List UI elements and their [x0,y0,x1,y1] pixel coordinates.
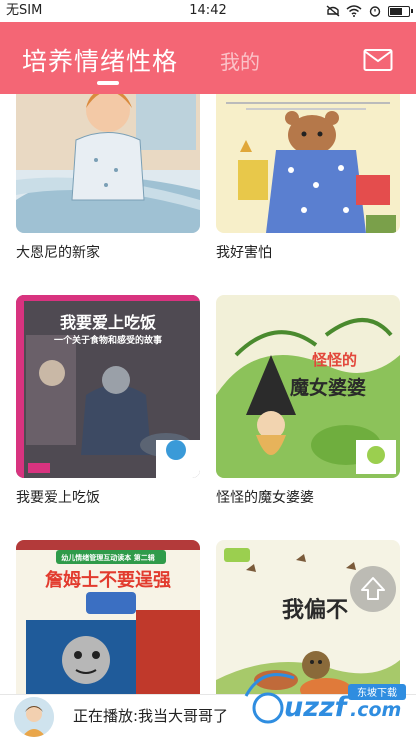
cover-title: 我要爱上吃饭 [59,313,156,332]
book-card[interactable]: 我好害怕 [216,94,400,261]
book-cover [16,94,200,233]
book-card[interactable]: 大恩尼的新家 [16,94,200,261]
cover-subtitle: 一个关于食物和感受的故事 [53,336,162,346]
cover-title: 詹姆士不要逞强 [45,570,171,591]
book-title: 我好害怕 [216,245,272,261]
scroll-to-top-button[interactable] [350,566,396,612]
cover-title-line-1: 怪怪的 [312,351,358,369]
app-header: 培养情绪性格 我的 [0,22,416,94]
svg-text:.com: .com [350,699,401,721]
cover-illustration [16,540,200,694]
wifi-icon [346,5,362,17]
clock: 14:42 [189,3,227,18]
svg-text:东坡下载: 东坡下载 [357,686,397,699]
status-bar: 无SIM 14:42 [0,0,416,22]
book-card[interactable]: 怪怪的 魔女婆婆 怪怪的魔女婆婆 [216,295,400,506]
book-cover: 怪怪的 魔女婆婆 [216,295,400,478]
book-card[interactable]: 幼儿情绪管理互动读本 第二辑 詹姆士不要逞强 [16,540,200,694]
tab-indicator [97,81,119,85]
tab-mine[interactable]: 我的 [220,46,260,75]
book-title: 我要爱上吃饭 [16,490,100,506]
site-watermark-logo: uzzf .com 东坡下载 [232,660,416,739]
arrow-up-icon [361,577,385,600]
cover-badge: 幼儿情绪管理互动读本 第二辑 [61,554,155,562]
mail-icon[interactable] [363,48,393,72]
tab-emotion-personality[interactable]: 培养情绪性格 [22,42,178,78]
mute-icon [326,5,340,17]
alarm-icon [369,6,381,17]
child-avatar-image [14,697,54,737]
book-title: 大恩尼的新家 [16,245,100,261]
cover-illustration [216,94,400,233]
status-icons [326,0,413,22]
cover-illustration [16,94,200,233]
book-title: 怪怪的魔女婆婆 [216,490,314,506]
book-cover: 我要爱上吃饭 一个关于食物和感受的故事 [16,295,200,478]
cover-title: 我偏不 [282,598,349,623]
svg-text:uzzf: uzzf [284,692,350,723]
cover-title-line-2: 魔女婆婆 [290,377,367,399]
now-playing-label: 正在播放:我当大哥哥了 [73,707,229,725]
now-playing-cover[interactable] [14,697,54,737]
book-cover: 幼儿情绪管理互动读本 第二辑 詹姆士不要逞强 [16,540,200,694]
book-card[interactable]: 我要爱上吃饭 一个关于食物和感受的故事 我要爱上吃饭 [16,295,200,506]
book-cover [216,94,400,233]
battery-icon [388,5,413,17]
